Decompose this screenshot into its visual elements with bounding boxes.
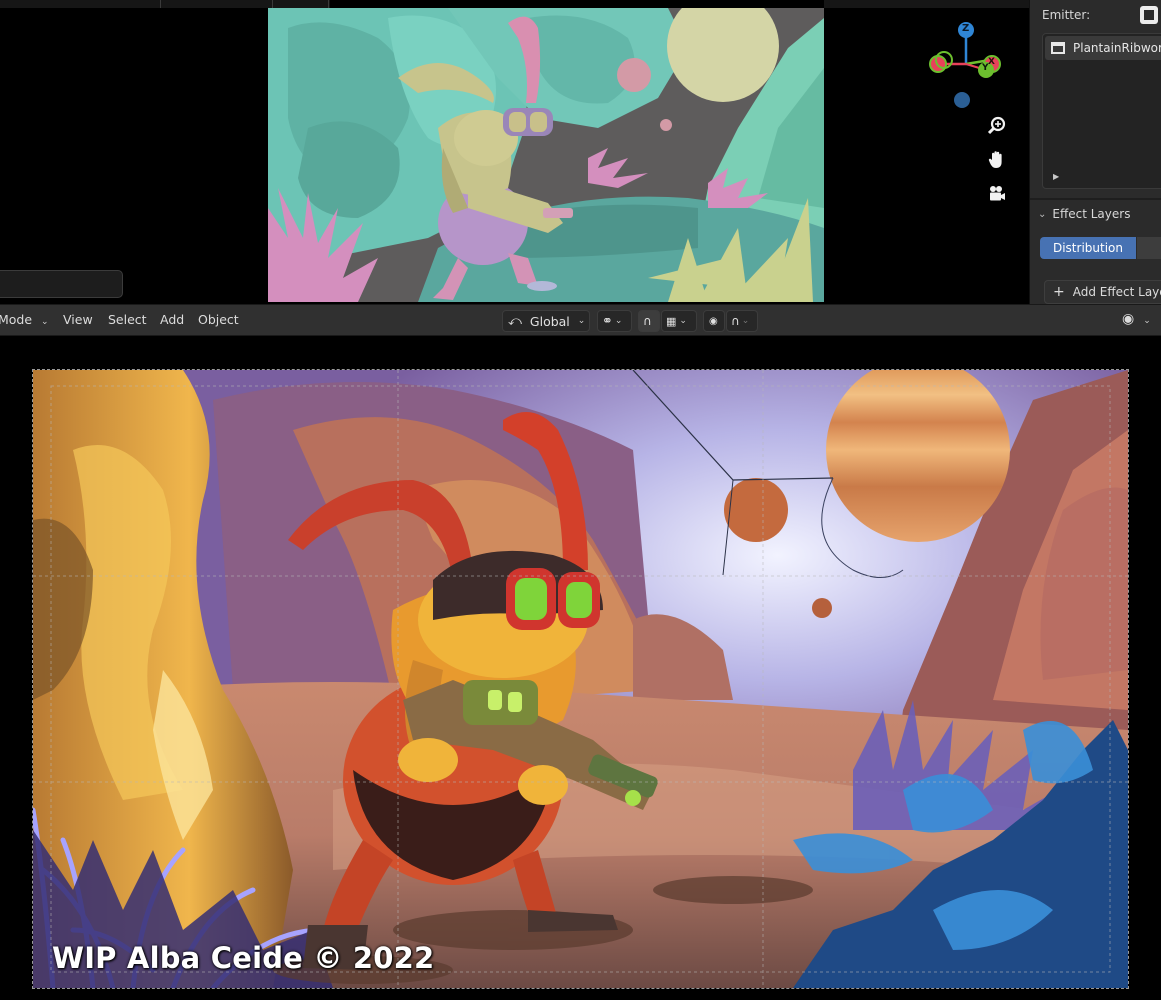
effect-layers-header[interactable]: ⌄ Effect Layers	[1038, 207, 1130, 221]
top-header-strip	[824, 0, 1029, 8]
camera-icon[interactable]	[985, 182, 1009, 206]
distribution-tab[interactable]: Distribution	[1040, 237, 1136, 259]
chevron-down-icon: ⌄	[614, 316, 623, 326]
emitter-toggle-checkbox[interactable]	[1140, 6, 1158, 24]
effect-tab-secondary[interactable]	[1137, 237, 1161, 259]
pivot-point-dropdown[interactable]: ⚭ ⌄	[597, 310, 632, 332]
solid-mode-viewport[interactable]	[268, 8, 824, 302]
eye-icon: ◉	[1122, 311, 1135, 327]
particle-properties-panel: Emitter: PlantainRibwort ▶ ⌄ Effect Laye…	[1029, 0, 1161, 304]
snap-toggle[interactable]: ∩	[638, 310, 660, 332]
menu-view[interactable]: View	[63, 312, 93, 327]
plus-icon: +	[1053, 284, 1065, 300]
zoom-icon[interactable]	[985, 114, 1009, 138]
solid-scene-illustration	[268, 8, 824, 302]
transform-orientation-dropdown[interactable]: ⤺ Global ⌄	[502, 310, 590, 332]
chevron-down-icon: ⌄	[577, 316, 586, 326]
effect-layers-label: Effect Layers	[1052, 207, 1131, 221]
navigation-gizmo[interactable]: Z Y X	[924, 20, 1008, 112]
gizmo-z-label: Z	[962, 23, 970, 34]
emitter-label: Emitter:	[1042, 8, 1091, 22]
transform-orientation-icon: ⤺	[508, 313, 522, 329]
transform-orientation-label: Global	[529, 313, 570, 329]
viewport-overlay-dropdown[interactable]: ◉ ⌄	[1122, 311, 1151, 327]
top-left-text-field[interactable]	[0, 270, 123, 298]
mode-dropdown[interactable]: Mode ⌄	[0, 312, 49, 327]
viewport-header: Mode ⌄ View Select Add Object ⤺ Global ⌄…	[0, 304, 1161, 336]
rendered-scene-illustration	[33, 370, 1128, 988]
chevron-down-icon: ⌄	[41, 317, 49, 327]
emitter-list-item[interactable]: PlantainRibwort	[1045, 36, 1161, 60]
watermark: WIP Alba Ceide © 2022	[52, 941, 435, 975]
magnet-icon: ∩	[643, 314, 652, 328]
emitter-list[interactable]: PlantainRibwort ▶	[1042, 33, 1161, 189]
top-editor-area: Z Y X Emitter: PlantainRibwort ▶ ⌄ Effec…	[0, 0, 1161, 304]
chevron-down-icon: ⌄	[1143, 316, 1151, 326]
chevron-down-icon: ⌄	[679, 316, 687, 326]
mode-label: Mode	[0, 312, 33, 327]
snap-increment-icon: ▦	[666, 314, 677, 328]
chevron-down-icon: ⌄	[1038, 208, 1047, 220]
top-left-tab-strip	[0, 0, 330, 8]
archive-box-icon	[1051, 42, 1065, 54]
falloff-curve-icon: ∩	[731, 314, 740, 328]
falloff-dropdown[interactable]: ∩ ⌄	[726, 310, 758, 332]
emitter-item-label: PlantainRibwort	[1073, 41, 1161, 55]
proportional-editing-toggle[interactable]: ◉	[703, 310, 725, 332]
snap-target-dropdown[interactable]: ▦ ⌄	[661, 310, 697, 332]
proportional-edit-icon: ◉	[709, 315, 718, 327]
emitter-section: Emitter: PlantainRibwort ▶	[1030, 0, 1161, 198]
hand-icon[interactable]	[985, 148, 1009, 172]
rendered-camera-view[interactable]	[32, 369, 1129, 989]
menu-add[interactable]: Add	[160, 312, 184, 327]
list-expand-icon[interactable]: ▶	[1053, 172, 1059, 181]
link-icon: ⚭	[602, 313, 613, 329]
add-effect-layer-label: Add Effect Laye	[1072, 285, 1161, 299]
menu-select[interactable]: Select	[108, 312, 147, 327]
effect-layers-section: ⌄ Effect Layers Distribution + Add Effec…	[1030, 200, 1161, 304]
add-effect-layer-button[interactable]: + Add Effect Laye	[1044, 280, 1161, 304]
chevron-down-icon: ⌄	[741, 316, 750, 326]
gizmo-x-label: X	[988, 57, 995, 67]
menu-object[interactable]: Object	[198, 312, 239, 327]
